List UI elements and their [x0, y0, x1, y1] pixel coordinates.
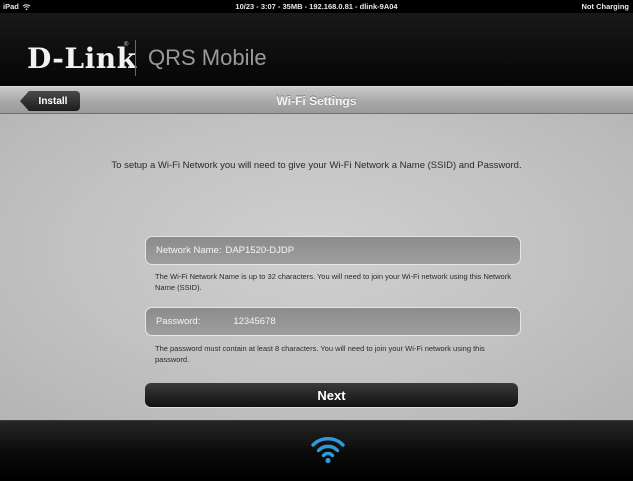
page-title: Wi-Fi Settings	[276, 94, 357, 108]
dlink-logo: D-Link	[27, 42, 137, 75]
registered-mark: ®	[124, 42, 129, 48]
network-name-label: Network Name:	[156, 245, 222, 256]
brand-divider	[135, 40, 136, 76]
main-content: To setup a Wi-Fi Network you will need t…	[0, 114, 633, 420]
password-label: Password:	[156, 316, 201, 327]
wifi-icon	[311, 437, 345, 464]
next-button[interactable]: Next	[145, 383, 518, 407]
network-name-help: The Wi-Fi Network Name is up to 32 chara…	[155, 272, 511, 292]
status-info: 10/23 - 3:07 - 35MB - 192.168.0.81 - dli…	[235, 2, 398, 11]
network-name-field[interactable]: Network Name: DAP1520-DJDP	[145, 236, 521, 265]
app-name: QRS Mobile	[148, 45, 267, 70]
password-help: The password must contain at least 8 cha…	[155, 344, 485, 364]
battery-status: Not Charging	[581, 2, 630, 11]
password-field[interactable]: Password: 12345678	[145, 307, 521, 336]
network-name-value[interactable]: DAP1520-DJDP	[225, 245, 294, 256]
intro-text: To setup a Wi-Fi Network you will need t…	[111, 160, 522, 171]
brand-header: D-Link ® QRS Mobile	[0, 13, 633, 86]
nav-bar: Install Wi-Fi Settings	[0, 86, 633, 114]
status-bar: iPad 10/23 - 3:07 - 35MB - 192.168.0.81 …	[0, 0, 633, 13]
footer-bar	[0, 420, 633, 481]
password-value[interactable]: 12345678	[233, 316, 275, 327]
